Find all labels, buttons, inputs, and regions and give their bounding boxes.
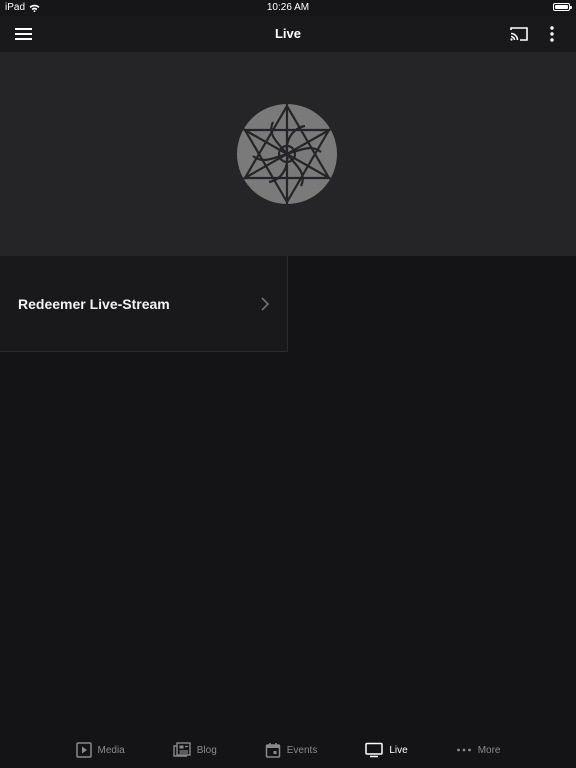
calendar-icon (265, 743, 281, 758)
status-time: 10:26 AM (266, 2, 310, 13)
status-right (553, 3, 572, 11)
tab-more-label: More (477, 744, 501, 756)
cast-button[interactable] (509, 25, 529, 43)
play-square-icon (75, 742, 92, 758)
tv-icon (365, 742, 384, 758)
tab-more[interactable]: More (456, 742, 501, 758)
tab-blog[interactable]: Blog (173, 742, 217, 758)
church-logo-icon (237, 104, 337, 204)
page-title: Live (274, 26, 301, 41)
overflow-menu-button[interactable] (544, 25, 560, 43)
tab-events[interactable]: Events (265, 742, 318, 758)
tab-media-label: Media (97, 744, 125, 756)
battery-icon (553, 3, 572, 11)
live-stream-title: Redeemer Live-Stream (18, 296, 170, 312)
cast-icon (510, 27, 528, 41)
status-bar: iPad 10:26 AM (0, 0, 576, 16)
tab-live-label: Live (389, 744, 408, 756)
newspaper-icon (173, 742, 191, 757)
ellipsis-icon (456, 748, 471, 752)
tab-events-label: Events (286, 744, 318, 756)
vertical-dots-icon (550, 26, 554, 42)
chevron-right-icon (261, 297, 270, 311)
live-stream-item[interactable]: Redeemer Live-Stream (0, 256, 288, 352)
tab-blog-label: Blog (196, 744, 217, 756)
tab-bar: Media Blog Events Live More (0, 732, 576, 768)
hero-banner (0, 52, 576, 256)
navigation-bar: Live (0, 16, 576, 52)
tab-live[interactable]: Live (365, 742, 408, 758)
tab-media[interactable]: Media (75, 742, 125, 758)
